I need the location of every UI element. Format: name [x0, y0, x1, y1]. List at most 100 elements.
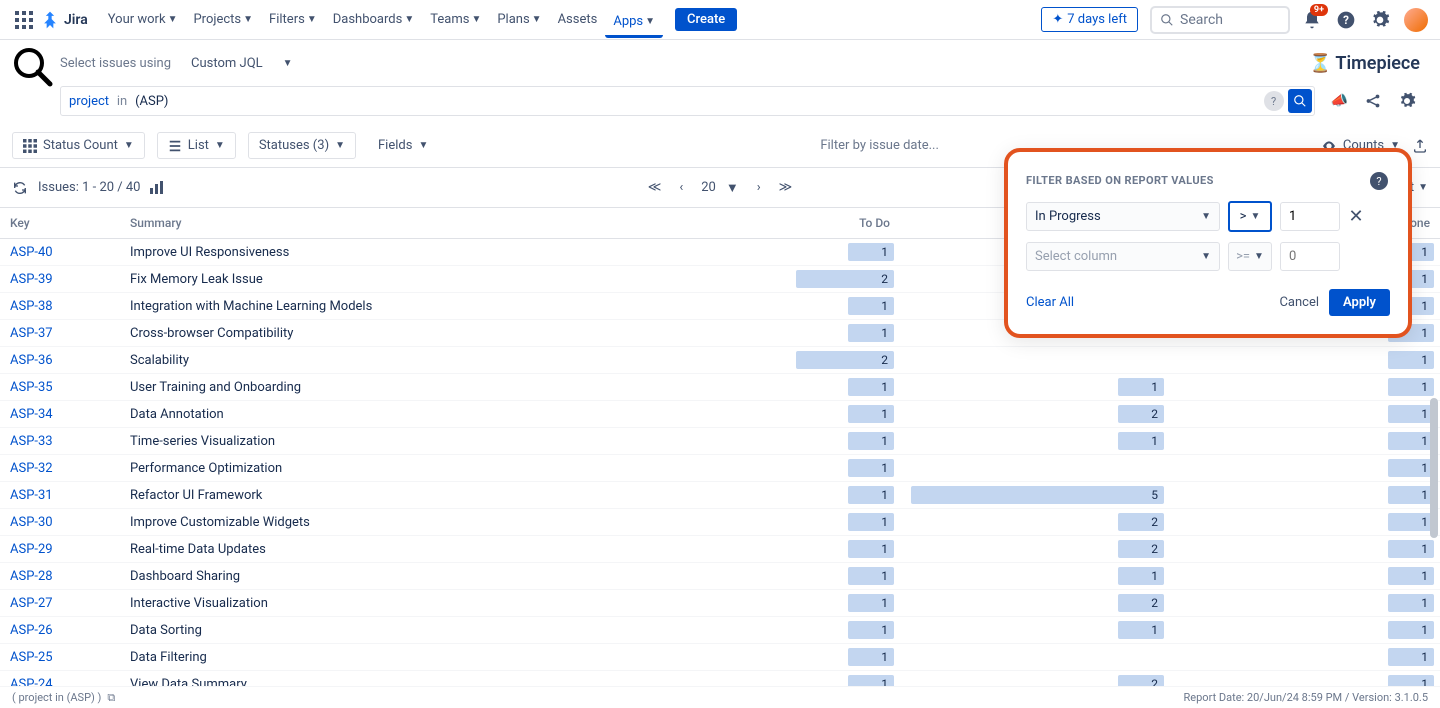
jql-row: project in (ASP) ? 📣 [0, 86, 1440, 116]
jql-input[interactable]: project in (ASP) ? [60, 86, 1315, 116]
status-count-button[interactable]: Status Count▼ [12, 132, 145, 159]
nav-filters[interactable]: Filters ▼ [261, 8, 325, 31]
app-switcher-icon[interactable] [12, 8, 36, 32]
inprogress-cell: 2 [900, 509, 1170, 536]
global-search-input[interactable]: Search [1150, 6, 1290, 34]
jql-run-button[interactable] [1288, 89, 1312, 113]
table-row: ASP-35User Training and Onboarding111 [0, 374, 1440, 401]
timepiece-logo: ⏳Timepiece [1309, 53, 1420, 74]
inprogress-cell: 1 [900, 563, 1170, 590]
user-avatar[interactable] [1404, 8, 1428, 32]
issue-key[interactable]: ASP-29 [0, 536, 120, 563]
issue-summary: Time-series Visualization [120, 428, 630, 455]
jql-mode-select[interactable]: Custom JQL▼ [181, 52, 303, 75]
footer: ( project in (ASP) ) ⧉ Report Date: 20/J… [0, 686, 1440, 708]
export-icon[interactable] [1412, 138, 1428, 154]
page-size-select[interactable]: 20▼ [701, 180, 739, 196]
col-todo[interactable]: To Do [630, 208, 900, 239]
issue-key[interactable]: ASP-40 [0, 239, 120, 266]
todo-cell: 1 [630, 563, 900, 590]
issue-key[interactable]: ASP-34 [0, 401, 120, 428]
fields-button[interactable]: Fields▼ [368, 133, 438, 158]
create-button[interactable]: Create [675, 8, 737, 31]
table-row: ASP-33Time-series Visualization111 [0, 428, 1440, 455]
issue-key[interactable]: ASP-32 [0, 455, 120, 482]
list-button[interactable]: List▼ [157, 132, 236, 159]
filter-row-2: Select column▼ >=▼ ✕ [1026, 242, 1390, 271]
jql-help-icon[interactable]: ? [1264, 91, 1284, 111]
issue-summary: Improve Customizable Widgets [120, 509, 630, 536]
page-last-icon[interactable]: ≫ [779, 180, 793, 195]
nav-apps[interactable]: Apps ▼ [605, 10, 663, 38]
inprogress-cell: 2 [900, 401, 1170, 428]
nav-plans[interactable]: Plans ▼ [489, 8, 549, 31]
pagination: ≪ ‹ 20▼ › ≫ [648, 180, 793, 196]
filter-row-remove-icon[interactable]: ✕ [1348, 206, 1364, 227]
scrollbar[interactable] [1430, 398, 1438, 538]
apply-button[interactable]: Apply [1329, 289, 1390, 316]
issue-summary: Real-time Data Updates [120, 536, 630, 563]
share-icon[interactable] [1364, 92, 1382, 110]
chart-toggle-icon[interactable] [148, 180, 164, 196]
page-first-icon[interactable]: ≪ [648, 180, 662, 195]
issue-key[interactable]: ASP-35 [0, 374, 120, 401]
page-next-icon[interactable]: › [757, 180, 761, 195]
issue-key[interactable]: ASP-30 [0, 509, 120, 536]
nav-assets[interactable]: Assets [550, 8, 606, 31]
nav-projects[interactable]: Projects ▼ [185, 8, 261, 31]
help-icon[interactable]: ? [1334, 8, 1358, 32]
footer-open-icon[interactable]: ⧉ [107, 691, 115, 705]
clear-all-button[interactable]: Clear All [1026, 295, 1074, 310]
issue-key[interactable]: ASP-39 [0, 266, 120, 293]
done-cell: 1 [1170, 374, 1440, 401]
jira-logo[interactable]: Jira [40, 10, 88, 30]
todo-cell: 1 [630, 482, 900, 509]
issue-key[interactable]: ASP-31 [0, 482, 120, 509]
footer-meta: Report Date: 20/Jun/24 8:59 PM / Version… [1184, 691, 1428, 704]
statuses-button[interactable]: Statuses (3)▼ [248, 132, 356, 159]
search-icon [1160, 13, 1174, 27]
top-nav: Jira Your work ▼Projects ▼Filters ▼Dashb… [0, 0, 1440, 40]
issue-summary: Interactive Visualization [120, 590, 630, 617]
nav-your-work[interactable]: Your work ▼ [100, 8, 186, 31]
settings-icon[interactable] [1368, 8, 1392, 32]
refresh-icon[interactable] [12, 180, 28, 196]
filter-operator-select-2[interactable]: >=▼ [1228, 242, 1272, 271]
issue-key[interactable]: ASP-28 [0, 563, 120, 590]
cancel-button[interactable]: Cancel [1269, 289, 1329, 316]
page-prev-icon[interactable]: ‹ [679, 180, 683, 195]
done-cell: 1 [1170, 644, 1440, 671]
nav-teams[interactable]: Teams ▼ [422, 8, 489, 31]
app-settings-icon[interactable] [1398, 92, 1416, 110]
popover-help-icon[interactable]: ? [1370, 172, 1388, 190]
notifications-icon[interactable]: 9+ [1300, 8, 1324, 32]
issue-key[interactable]: ASP-37 [0, 320, 120, 347]
col-key[interactable]: Key [0, 208, 120, 239]
done-cell: 1 [1170, 401, 1440, 428]
issue-key[interactable]: ASP-36 [0, 347, 120, 374]
nav-dashboards[interactable]: Dashboards ▼ [325, 8, 423, 31]
jql-text: project in (ASP) [69, 94, 1264, 109]
filter-operator-select[interactable]: >▼ [1228, 201, 1272, 232]
table-row: ASP-30Improve Customizable Widgets121 [0, 509, 1440, 536]
trial-button[interactable]: ✦ 7 days left [1041, 7, 1138, 32]
issue-key[interactable]: ASP-25 [0, 644, 120, 671]
issue-key[interactable]: ASP-33 [0, 428, 120, 455]
filter-value-input[interactable] [1280, 202, 1340, 231]
issue-key[interactable]: ASP-38 [0, 293, 120, 320]
col-summary[interactable]: Summary [120, 208, 630, 239]
filter-popover: FILTER BASED ON REPORT VALUES ? In Progr… [1004, 148, 1412, 338]
filter-value-input-2[interactable] [1280, 242, 1340, 271]
issue-summary: Scalability [120, 347, 630, 374]
brand-label: Jira [64, 12, 88, 28]
issue-summary: Improve UI Responsiveness [120, 239, 630, 266]
issue-key[interactable]: ASP-26 [0, 617, 120, 644]
filter-column-select-2[interactable]: Select column▼ [1026, 242, 1220, 271]
todo-cell: 2 [630, 266, 900, 293]
filter-column-select[interactable]: In Progress▼ [1026, 202, 1220, 231]
footer-jql: ( project in (ASP) ) [12, 691, 101, 704]
todo-cell: 1 [630, 239, 900, 266]
issue-key[interactable]: ASP-27 [0, 590, 120, 617]
table-row: ASP-36Scalability21 [0, 347, 1440, 374]
announce-icon[interactable]: 📣 [1331, 93, 1348, 109]
